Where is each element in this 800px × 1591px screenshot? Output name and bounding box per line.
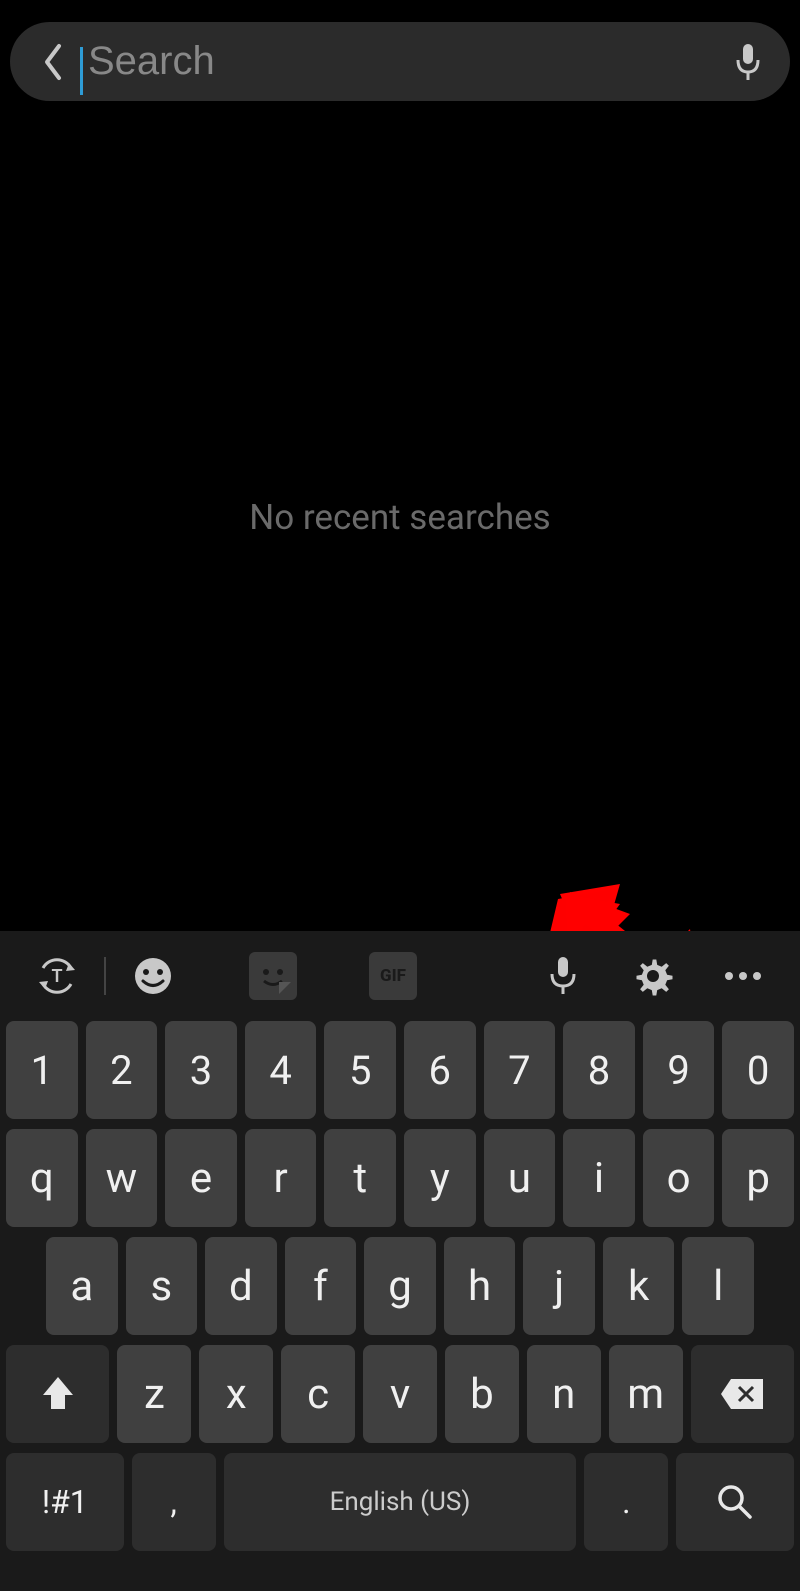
emoji-button[interactable]	[108, 946, 198, 1006]
key-f[interactable]: f	[285, 1237, 357, 1335]
key-backspace[interactable]	[691, 1345, 794, 1443]
svg-text:T: T	[51, 966, 62, 987]
key-v[interactable]: v	[363, 1345, 437, 1443]
toolbar-divider	[104, 957, 106, 995]
key-l[interactable]: l	[682, 1237, 754, 1335]
key-e[interactable]: e	[165, 1129, 237, 1227]
more-options-button[interactable]	[698, 946, 788, 1006]
key-s[interactable]: s	[126, 1237, 198, 1335]
key-2[interactable]: 2	[86, 1021, 158, 1119]
key-shift[interactable]	[6, 1345, 109, 1443]
key-q[interactable]: q	[6, 1129, 78, 1227]
search-input-container	[80, 39, 728, 84]
key-3[interactable]: 3	[165, 1021, 237, 1119]
key-symbols[interactable]: !#1	[6, 1453, 124, 1551]
key-y[interactable]: y	[404, 1129, 476, 1227]
voice-input-button[interactable]	[518, 946, 608, 1006]
gif-button[interactable]: GIF	[348, 946, 438, 1006]
key-u[interactable]: u	[484, 1129, 556, 1227]
key-5[interactable]: 5	[324, 1021, 396, 1119]
key-0[interactable]: 0	[722, 1021, 794, 1119]
microphone-icon	[734, 42, 762, 82]
more-horizontal-icon	[723, 970, 763, 982]
search-bar	[10, 22, 790, 101]
shift-icon	[41, 1375, 75, 1413]
keyboard-settings-button[interactable]	[608, 946, 698, 1006]
on-screen-keyboard: T GIF	[0, 931, 800, 1591]
chevron-left-icon	[41, 42, 65, 82]
gear-icon	[632, 955, 674, 997]
voice-search-button[interactable]	[728, 42, 768, 82]
content-area: No recent searches	[0, 103, 800, 931]
key-b[interactable]: b	[445, 1345, 519, 1443]
backspace-icon	[719, 1377, 765, 1411]
key-1[interactable]: 1	[6, 1021, 78, 1119]
key-g[interactable]: g	[364, 1237, 436, 1335]
key-comma[interactable]: ,	[132, 1453, 216, 1551]
key-i[interactable]: i	[563, 1129, 635, 1227]
key-r[interactable]: r	[245, 1129, 317, 1227]
no-recent-searches-label: No recent searches	[249, 497, 550, 538]
back-button[interactable]	[28, 37, 78, 87]
text-cycle-icon: T	[35, 954, 79, 998]
key-j[interactable]: j	[523, 1237, 595, 1335]
key-z[interactable]: z	[117, 1345, 191, 1443]
sticker-icon	[249, 952, 297, 1000]
key-k[interactable]: k	[603, 1237, 675, 1335]
key-4[interactable]: 4	[245, 1021, 317, 1119]
key-c[interactable]: c	[281, 1345, 355, 1443]
key-space[interactable]: English (US)	[224, 1453, 577, 1551]
search-icon	[716, 1483, 754, 1521]
key-7[interactable]: 7	[484, 1021, 556, 1119]
key-period[interactable]: .	[584, 1453, 668, 1551]
sticker-button[interactable]	[228, 946, 318, 1006]
text-cursor	[80, 47, 83, 95]
key-t[interactable]: t	[324, 1129, 396, 1227]
key-a[interactable]: a	[46, 1237, 118, 1335]
key-w[interactable]: w	[86, 1129, 158, 1227]
key-m[interactable]: m	[609, 1345, 683, 1443]
microphone-icon	[548, 954, 578, 998]
key-h[interactable]: h	[444, 1237, 516, 1335]
key-x[interactable]: x	[199, 1345, 273, 1443]
key-p[interactable]: p	[722, 1129, 794, 1227]
search-input[interactable]	[80, 39, 728, 84]
gif-icon: GIF	[369, 952, 417, 1000]
key-d[interactable]: d	[205, 1237, 277, 1335]
emoji-icon	[131, 954, 175, 998]
key-search[interactable]	[676, 1453, 794, 1551]
text-mode-button[interactable]: T	[12, 946, 102, 1006]
key-n[interactable]: n	[527, 1345, 601, 1443]
key-o[interactable]: o	[643, 1129, 715, 1227]
keyboard-toolbar: T GIF	[0, 931, 800, 1021]
key-6[interactable]: 6	[404, 1021, 476, 1119]
key-9[interactable]: 9	[643, 1021, 715, 1119]
keyboard-keys: 1 2 3 4 5 6 7 8 9 0 q w e r t y u i o p …	[0, 1021, 800, 1551]
key-8[interactable]: 8	[563, 1021, 635, 1119]
